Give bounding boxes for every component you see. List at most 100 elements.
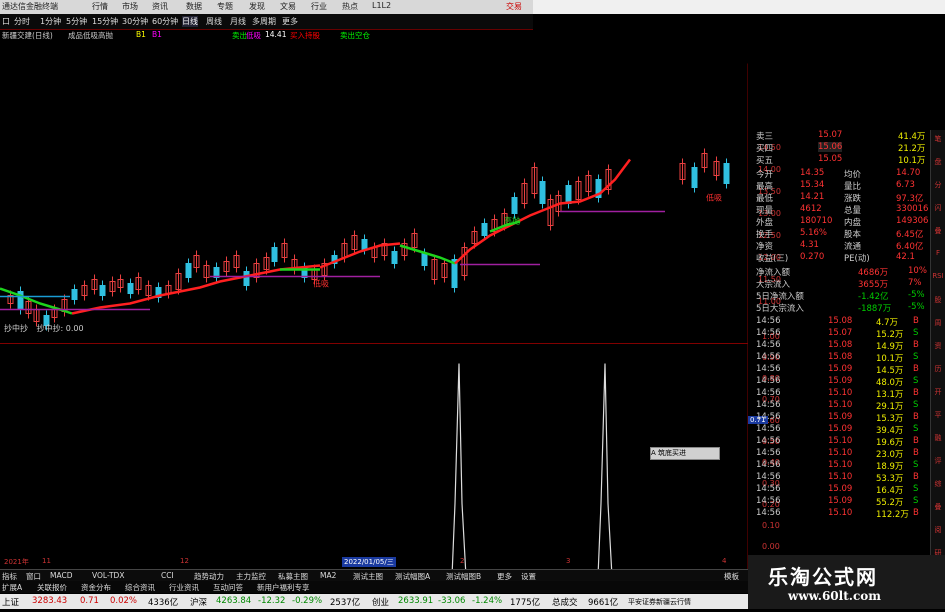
indicator-tab[interactable]: MA2 <box>320 571 336 580</box>
toolbar-button[interactable]: 分 <box>932 180 944 192</box>
stat-value: 0.270 <box>800 252 825 262</box>
indicator-tab[interactable]: CCI <box>161 571 174 580</box>
period-monthly[interactable]: 月线 <box>230 16 246 27</box>
quote-flow-row: 5日大宗流入 -1887万 -5% <box>748 302 930 314</box>
menu-zixun[interactable]: 资讯 <box>152 1 168 12</box>
tick-volume: 4.7万 <box>876 318 899 328</box>
tick-volume: 14.5万 <box>876 366 904 376</box>
menu-wenyi[interactable]: 文易 <box>280 1 296 12</box>
toolbar-button[interactable]: 融 <box>932 433 944 445</box>
tick-volume: 55.2万 <box>876 498 904 508</box>
signal-popup[interactable]: A 筑底买进 <box>650 447 720 460</box>
period-daily[interactable]: 日线 <box>182 16 198 27</box>
menu-l1l2[interactable]: L1L2 <box>372 1 391 10</box>
tick-volume: 18.9万 <box>876 462 904 472</box>
extension-tab[interactable]: 扩展A <box>2 582 22 593</box>
period-5min[interactable]: 5分钟 <box>66 16 87 27</box>
menu-faxian[interactable]: 发现 <box>249 1 265 12</box>
toolbar-button[interactable]: 闪 <box>932 203 944 215</box>
flow-label: 5日净流入额 <box>756 292 804 302</box>
toolbar-button[interactable]: 资 <box>932 341 944 353</box>
toolbar-button[interactable]: 叠 <box>932 226 944 238</box>
stat-value: 149306 <box>896 216 929 226</box>
trade-tick-row: 14:56 15.09 14.5万 B <box>748 364 930 376</box>
period-weekly[interactable]: 周线 <box>206 16 222 27</box>
period-30min[interactable]: 30分钟 <box>122 16 148 27</box>
menu-redian[interactable]: 热点 <box>342 1 358 12</box>
menu-trade[interactable]: 交易 <box>506 1 522 12</box>
toolbar-button[interactable]: 评 <box>932 456 944 468</box>
date-year: 2021年 <box>4 558 29 566</box>
period-multi[interactable]: 多周期 <box>252 16 276 27</box>
sh-label[interactable]: 上证 <box>2 596 19 608</box>
order-volume: 21.2万 <box>898 144 926 154</box>
hs-label[interactable]: 沪深 <box>190 596 207 608</box>
indicator-tab[interactable]: MACD <box>50 571 72 580</box>
toolbar-button[interactable]: 开 <box>932 387 944 399</box>
title-bar: 通达信金融终端 行情 市场 资讯 数据 专题 发现 文易 行业 热点 L1L2 … <box>0 0 533 14</box>
tick-price: 15.09 <box>828 376 853 386</box>
trade-tick-row: 14:56 15.09 55.2万 S <box>748 496 930 508</box>
extension-tab[interactable]: 新用户福利专享 <box>257 582 310 593</box>
toolbar-button[interactable]: 盘 <box>932 157 944 169</box>
period-60min[interactable]: 60分钟 <box>152 16 178 27</box>
toolbar-button[interactable]: 综 <box>932 479 944 491</box>
period-fenshi[interactable]: 分时 <box>14 16 30 27</box>
tick-price: 15.07 <box>828 328 853 338</box>
toolbar-button[interactable]: RSI <box>932 272 944 284</box>
tick-direction: B <box>913 340 919 350</box>
menu-shichang[interactable]: 市场 <box>122 1 138 12</box>
flow-pct: 7% <box>908 278 922 288</box>
toolbar-button[interactable]: 平 <box>932 410 944 422</box>
stat-value: 6.40亿 <box>896 242 924 252</box>
selected-date[interactable]: 2022/01/05/三 <box>342 557 396 567</box>
indicator-tab[interactable]: VOL-TDX <box>92 571 124 580</box>
order-price: 15.06 <box>818 142 843 152</box>
tick-volume: 15.2万 <box>876 330 904 340</box>
lower-indicator-name: 抄中抄 <box>4 324 28 333</box>
menu-hangqing[interactable]: 行情 <box>92 1 108 12</box>
trade-tick-row: 14:56 15.10 23.0万 B <box>748 448 930 460</box>
tick-volume: 14.9万 <box>876 342 904 352</box>
toolbar-button[interactable]: 周 <box>932 318 944 330</box>
tick-direction: B <box>913 316 919 326</box>
extension-tab[interactable]: 关联报价 <box>37 582 67 593</box>
menu-shuju[interactable]: 数据 <box>186 1 202 12</box>
stat-value: 15.34 <box>800 180 825 190</box>
tick-time: 14:56 <box>756 436 781 446</box>
order-label: 买五 <box>756 156 774 166</box>
stat-label: 收益(三) <box>756 254 789 264</box>
period-box[interactable]: 口 <box>2 16 10 27</box>
kline-chart[interactable]: 低吸 低吸 高抛 14.50 <box>0 42 748 612</box>
tick-direction: S <box>913 424 919 434</box>
period-15min[interactable]: 15分钟 <box>92 16 118 27</box>
period-more[interactable]: 更多 <box>282 16 298 27</box>
period-1min[interactable]: 1分钟 <box>40 16 61 27</box>
tick-price: 15.10 <box>828 448 853 458</box>
menu-hangye[interactable]: 行业 <box>311 1 327 12</box>
quote-panel: 卖三 15.07 41.4万 买四 15.06 21.2万 买五 15.05 10.1万 今开 14… <box>748 130 930 570</box>
toolbar-button[interactable]: 笔 <box>932 134 944 146</box>
trade-tick-row: 14:56 15.10 53.3万 B <box>748 472 930 484</box>
extension-tab[interactable]: 互动问答 <box>213 582 243 593</box>
tick-volume: 19.6万 <box>876 438 904 448</box>
lower-indicator-value: 抄中抄: 0.00 <box>36 324 84 333</box>
menu-zhuanti[interactable]: 专题 <box>217 1 233 12</box>
toolbar-button[interactable]: 叠 <box>932 502 944 514</box>
toolbar-button[interactable]: 股 <box>932 295 944 307</box>
toolbar-button[interactable]: 阅 <box>932 525 944 537</box>
period-toolbar: 口 分时 1分钟 5分钟 15分钟 30分钟 60分钟 日线 周线 月线 多周期… <box>0 14 533 30</box>
tick-time: 14:56 <box>756 400 781 410</box>
stat-label: 净资 <box>756 242 774 252</box>
tick-direction: S <box>913 496 919 506</box>
cy-label[interactable]: 创业 <box>372 596 389 608</box>
toolbar-button[interactable]: F <box>932 249 944 261</box>
watermark-title: 乐淘公式网 <box>768 565 878 589</box>
extension-tab[interactable]: 资金分布 <box>81 582 111 593</box>
extension-tab[interactable]: 综合资讯 <box>125 582 155 593</box>
toolbar-button[interactable]: 历 <box>932 364 944 376</box>
stat-label: 外盘 <box>756 218 774 228</box>
stat-value: 97.3亿 <box>896 194 924 204</box>
mark-sell: 卖出 <box>232 31 247 40</box>
extension-tab[interactable]: 行业资讯 <box>169 582 199 593</box>
